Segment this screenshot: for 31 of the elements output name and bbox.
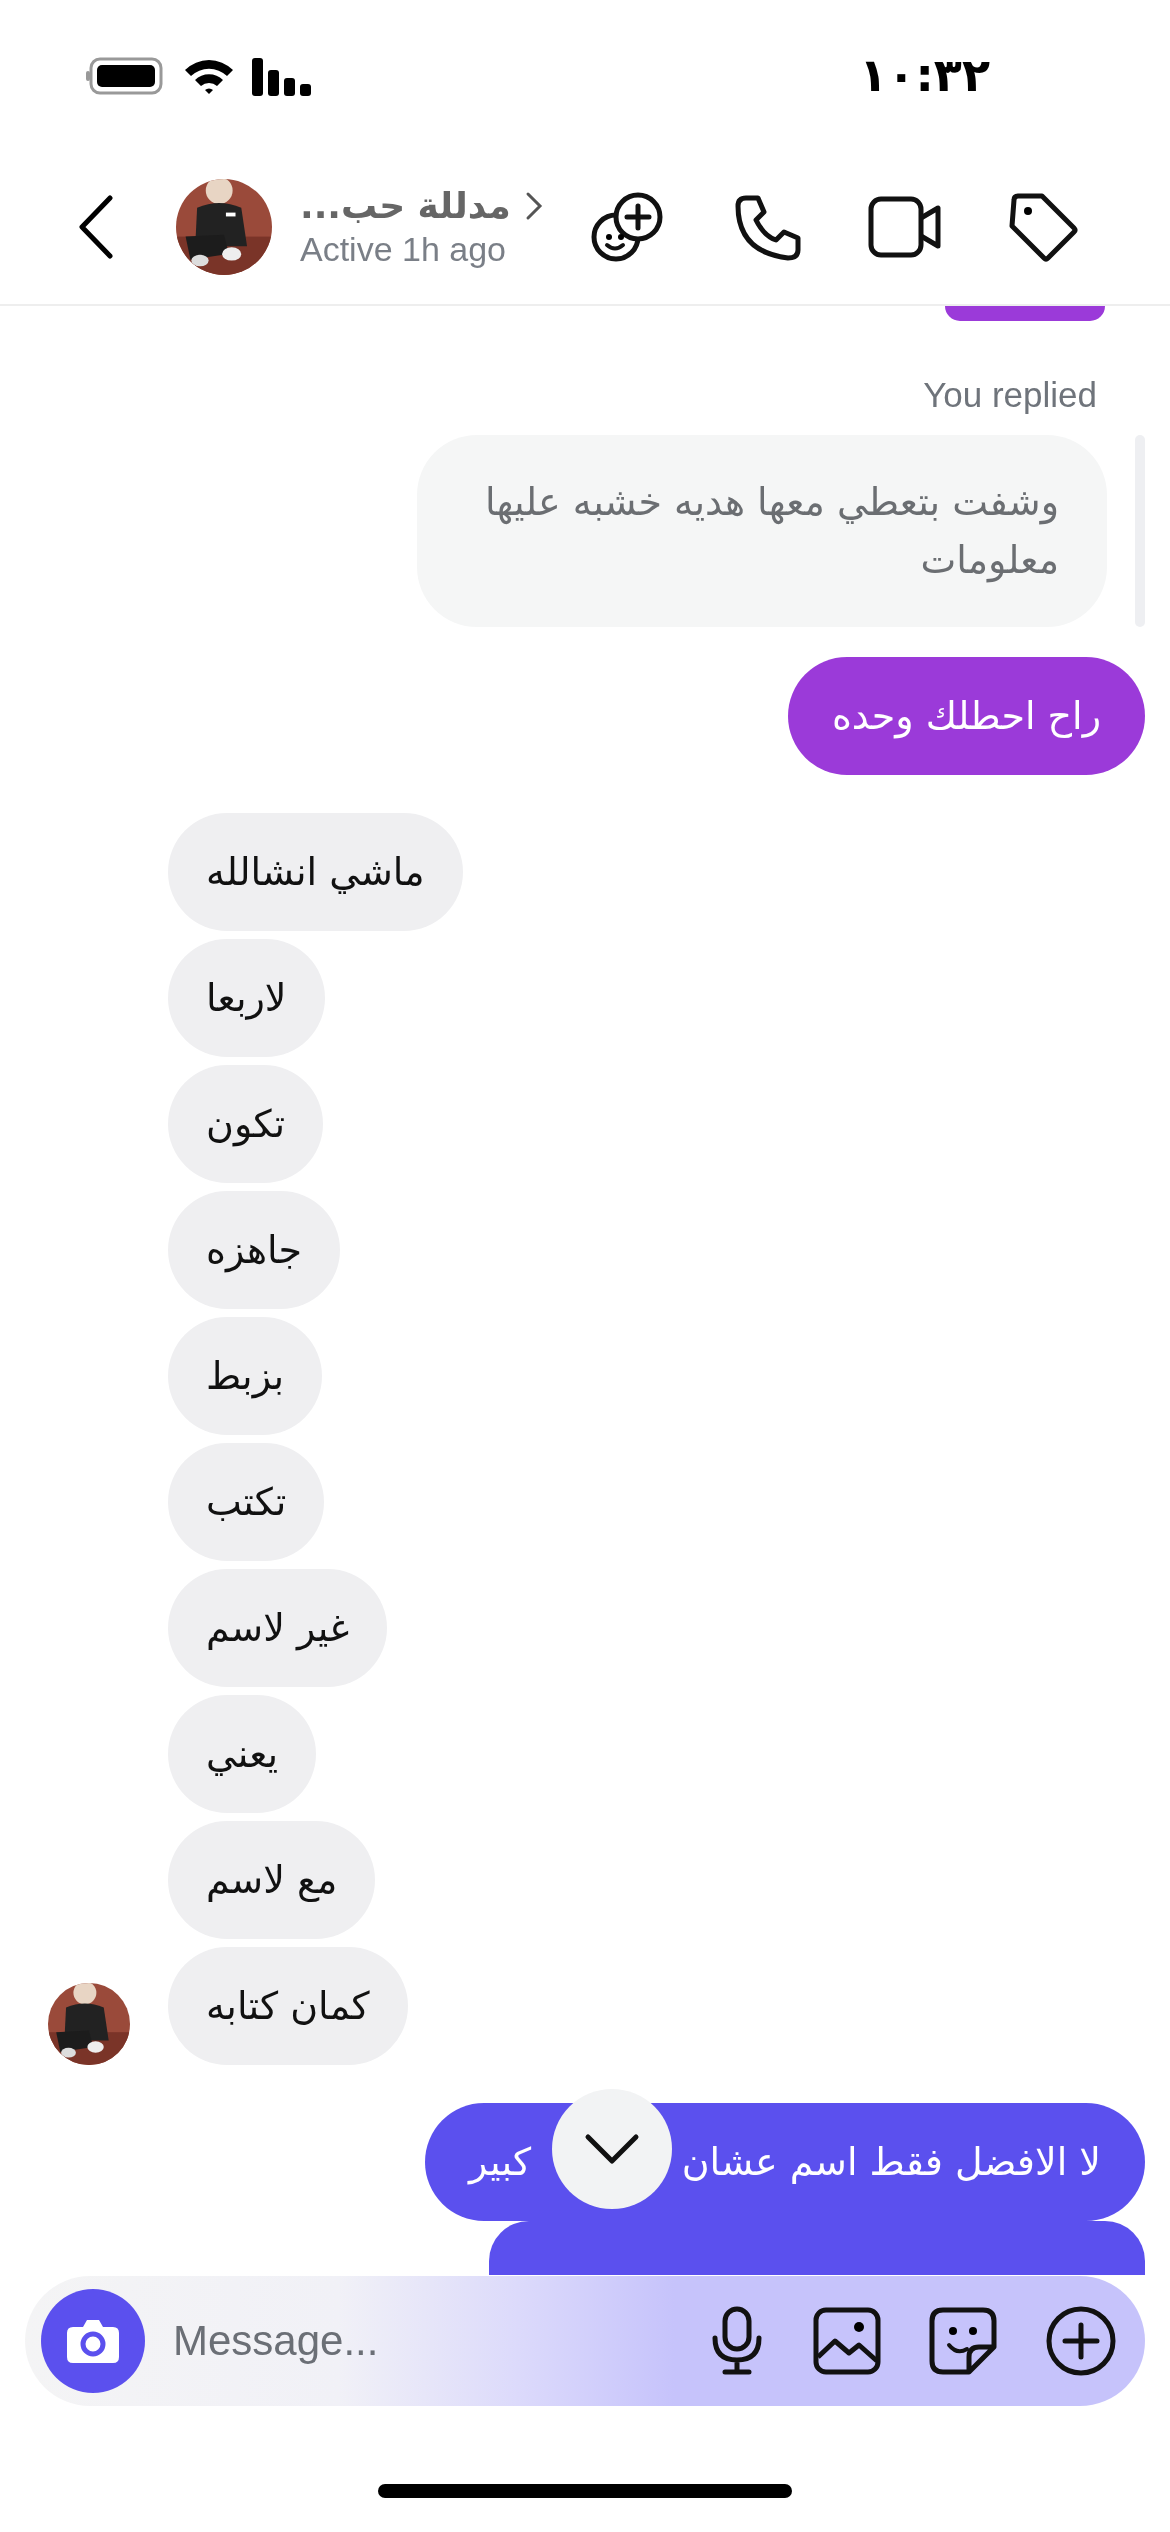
message-bubble[interactable]: ماشي انشالله xyxy=(168,813,463,931)
add-icon[interactable] xyxy=(1045,2305,1117,2377)
signal-icon xyxy=(252,56,312,96)
video-camera-icon[interactable] xyxy=(868,196,942,258)
image-icon[interactable] xyxy=(813,2307,881,2375)
back-icon[interactable] xyxy=(76,194,116,260)
message-text: كبير xyxy=(469,2139,531,2187)
clock: ١٠:٣٢ xyxy=(859,48,990,102)
message-bubble[interactable]: راح احطلك وحده xyxy=(787,657,1145,775)
message-bubble[interactable] xyxy=(945,306,1105,321)
message-bubble[interactable]: مع لاسم xyxy=(168,1821,376,1939)
sticker-icon[interactable] xyxy=(929,2307,997,2375)
message-bubble[interactable]: غير لاسم xyxy=(168,1569,388,1687)
chevron-icon[interactable] xyxy=(524,190,543,221)
chevron-down-icon xyxy=(584,2133,640,2165)
message-bubble[interactable]: جاهزه xyxy=(168,1191,340,1309)
camera-icon xyxy=(65,2317,121,2365)
message-bubble[interactable]: يعني xyxy=(168,1695,317,1813)
message-bubble[interactable]: تكون xyxy=(168,1065,324,1183)
message-bubble[interactable]: كمان كتابه xyxy=(168,1947,408,2065)
message-bubble[interactable]: بزبط xyxy=(168,1317,323,1435)
message-field[interactable]: Message... xyxy=(171,2316,709,2366)
quoted-message[interactable]: وشفت بتعطي معها هديه خشبه عليها معلومات xyxy=(417,435,1107,627)
contact-name[interactable]: مدللة حب... xyxy=(300,185,511,226)
message-bubble[interactable]: تكتب xyxy=(168,1443,325,1561)
tag-icon[interactable] xyxy=(1008,192,1078,262)
reply-label: You replied xyxy=(923,375,1097,415)
battery-icon xyxy=(86,57,166,95)
message-text: لا الافضل فقط اسم عشان xyxy=(681,2139,1101,2186)
activity-status: Active 1h ago xyxy=(300,230,508,269)
message-bubble[interactable]: لاربعا xyxy=(168,939,325,1057)
